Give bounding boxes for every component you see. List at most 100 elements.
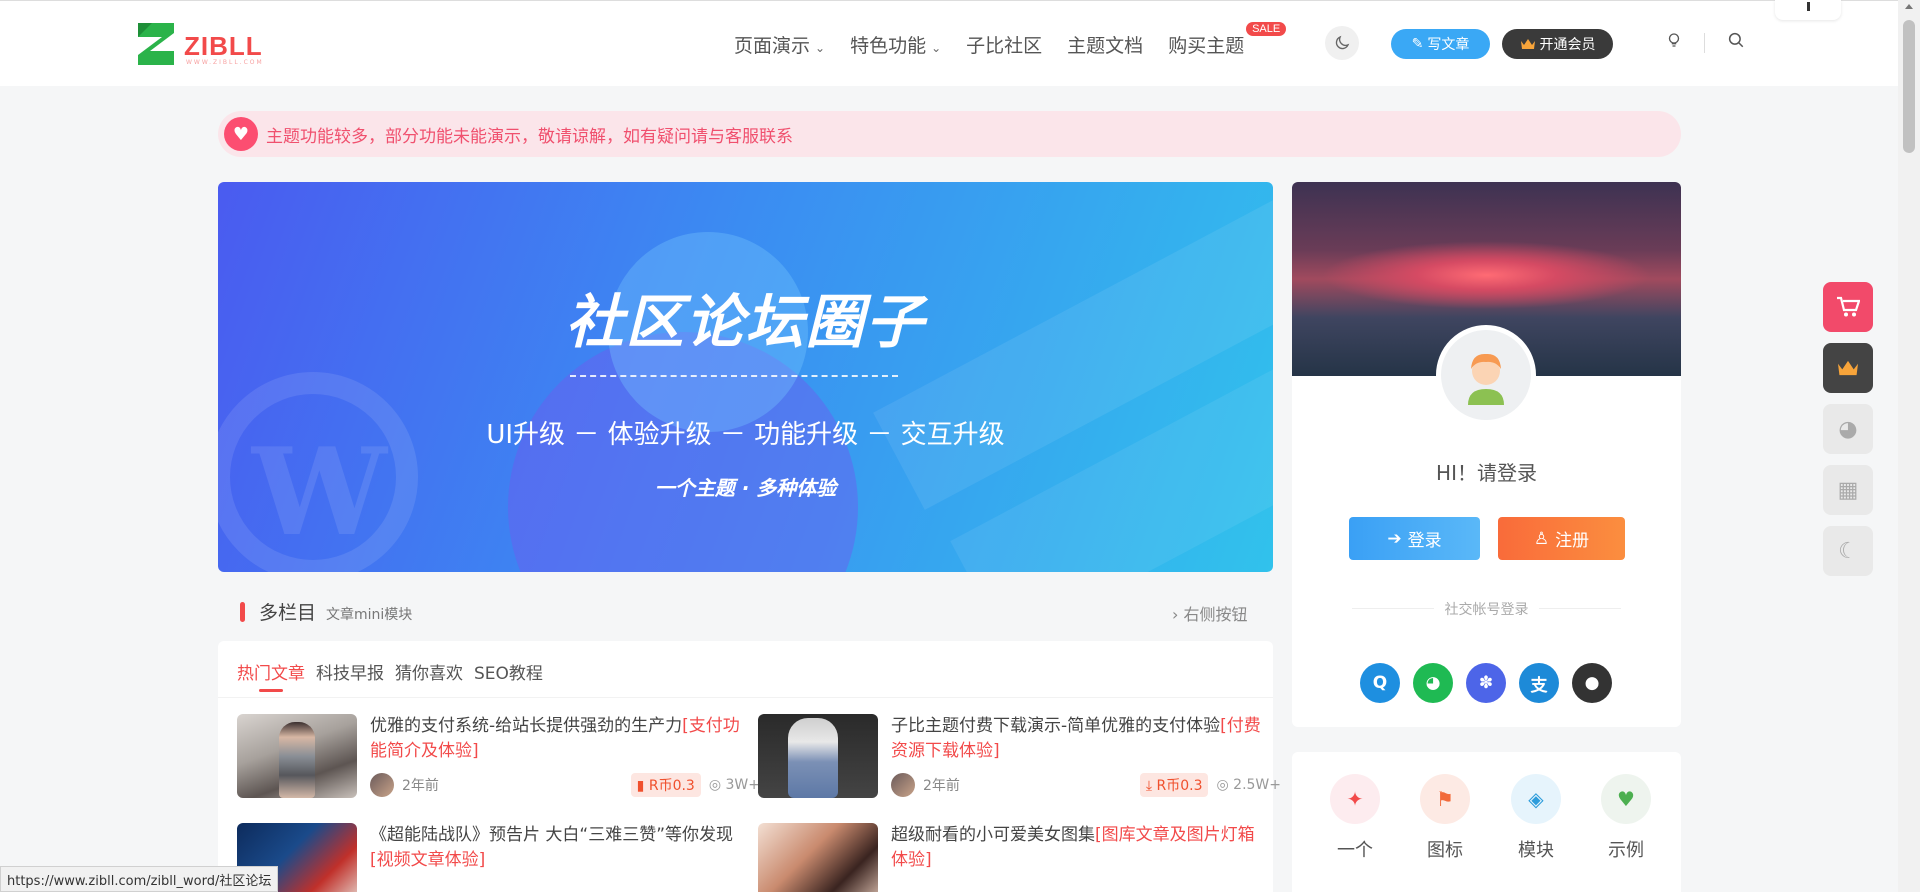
shortcut-item[interactable]: ◈ 模块	[1506, 774, 1566, 862]
wechat-icon[interactable]: ◕	[1413, 663, 1453, 703]
tabs-divider	[218, 697, 1273, 698]
shortcut-item[interactable]: ⚑ 图标	[1415, 774, 1475, 862]
list-item[interactable]: 优雅的支付系统-给站长提供强劲的生产力[支付功能简介及体验] 2年前 ▮ R币0…	[237, 714, 760, 804]
post-title[interactable]: 子比主题付费下载演示-简单优雅的支付体验[付费资源下载体验]	[891, 714, 1263, 764]
scroll-up-arrow-icon[interactable]	[1905, 4, 1913, 9]
lightbulb-icon[interactable]	[1665, 31, 1683, 54]
crown-icon	[1520, 39, 1535, 49]
eye-icon: ◎	[1216, 777, 1229, 793]
nav-label: 子比社区	[966, 35, 1043, 57]
post-title[interactable]: 优雅的支付系统-给站长提供强劲的生产力[支付功能简介及体验]	[370, 714, 742, 764]
price-badge: ⤓ R币0.3	[1139, 773, 1209, 797]
list-item[interactable]: 子比主题付费下载演示-简单优雅的支付体验[付费资源下载体验] 2年前 ⤓ R币0…	[758, 714, 1281, 804]
shortcut-label: 示例	[1608, 840, 1644, 861]
shortcut-label: 一个	[1337, 840, 1373, 861]
post-title[interactable]: 《超能陆战队》预告片 大白“三难三赞”等你发现 [视频文章体验]	[370, 823, 742, 873]
shortcut-card: ✦ 一个 ⚑ 图标 ◈ 模块 ♥ 示例	[1292, 752, 1681, 892]
register-button[interactable]: ♙ 注册	[1498, 517, 1625, 560]
hero-banner[interactable]: W 社区论坛圈子 UI升级 － 体验升级 － 功能升级 － 交互升级 一个主题 …	[218, 182, 1273, 572]
main-nav: 页面演示 ⌄ 特色功能 ⌄ 子比社区 主题文档 购买主题 SALE	[734, 22, 1287, 58]
login-button[interactable]: ➔ 登录	[1349, 517, 1480, 560]
baidu-icon[interactable]: ✽	[1466, 663, 1506, 703]
shortcut-label: 图标	[1427, 840, 1463, 861]
tab-guess[interactable]: 猜你喜欢	[395, 659, 463, 684]
moon-icon[interactable]: ☾	[1823, 526, 1873, 576]
shortcut-item[interactable]: ✦ 一个	[1325, 774, 1385, 862]
site-logo[interactable]: ZIBLL WWW.ZIBLL.COM	[136, 21, 286, 69]
crown-icon[interactable]	[1823, 343, 1873, 393]
avatar[interactable]	[891, 773, 915, 797]
wechat-icon[interactable]: ◕	[1823, 404, 1873, 454]
section-accent-bar	[240, 601, 245, 622]
post-thumbnail[interactable]	[758, 823, 878, 892]
nav-item-features[interactable]: 特色功能 ⌄	[850, 31, 941, 58]
section-title: 多栏目	[259, 602, 317, 624]
list-item[interactable]: 《超能陆战队》预告片 大白“三难三赞”等你发现 [视频文章体验]	[237, 823, 755, 892]
views-count: 2.5W+	[1233, 777, 1281, 793]
chevron-down-icon: ⌄	[931, 41, 942, 55]
price-label: R币0.3	[1156, 778, 1203, 794]
theme-toggle-button[interactable]	[1325, 26, 1359, 60]
banner-tagline: 一个主题 · 多种体验	[654, 476, 837, 500]
nav-item-docs[interactable]: 主题文档	[1067, 31, 1143, 58]
floating-toolbar: ◕ ▦ ☾	[1823, 282, 1873, 576]
post-meta: 2年前 ▮ R币0.3 ◎ 3W+	[370, 772, 760, 798]
tab-tech[interactable]: 科技早报	[316, 659, 384, 684]
moon-icon	[1335, 35, 1350, 50]
user-card: HI！请登录 ➔ 登录 ♙ 注册 社交帐号登录 Q ◕ ✽ 支 ●	[1292, 182, 1681, 727]
notice-bar: ♥ 主题功能较多，部分功能未能演示，敬请谅解，如有疑问请与客服联系	[218, 111, 1681, 157]
sign-in-icon: ➔	[1387, 528, 1402, 549]
qrcode-icon[interactable]: ▦	[1823, 465, 1873, 515]
flag-icon: ⚑	[1420, 774, 1470, 824]
logo-subtext: WWW.ZIBLL.COM	[186, 59, 264, 66]
alipay-icon[interactable]: 支	[1519, 663, 1559, 703]
scrollbar-thumb[interactable]	[1903, 20, 1915, 153]
social-login-buttons: Q ◕ ✽ 支 ●	[1360, 663, 1612, 703]
post-title-text: 子比主题付费下载演示-简单优雅的支付体验	[891, 716, 1221, 736]
nav-item-pages[interactable]: 页面演示 ⌄	[734, 31, 825, 58]
list-item[interactable]: 超级耐看的小可爱美女图集[图库文章及图片灯箱体验]	[758, 823, 1276, 892]
shortcut-label: 模块	[1518, 840, 1554, 861]
search-icon[interactable]	[1727, 31, 1745, 54]
download-icon: ⤓	[1145, 778, 1153, 794]
section-right-link[interactable]: › 右侧按钮	[1172, 601, 1248, 625]
sale-badge: SALE	[1246, 22, 1287, 36]
avatar[interactable]	[370, 773, 394, 797]
page-scrollbar[interactable]	[1898, 0, 1920, 892]
nav-label: 主题文档	[1067, 35, 1144, 57]
avatar[interactable]	[1436, 325, 1536, 425]
pull-handle-icon	[1806, 2, 1810, 11]
tab-hot[interactable]: 热门文章	[237, 659, 305, 692]
post-title[interactable]: 超级耐看的小可爱美女图集[图库文章及图片灯箱体验]	[891, 823, 1263, 873]
post-meta: 2年前 ⤓ R币0.3 ◎ 2.5W+	[891, 772, 1281, 798]
post-time: 2年前	[923, 778, 960, 794]
tab-seo[interactable]: SEO教程	[474, 659, 543, 684]
nav-label: 页面演示	[734, 35, 811, 57]
post-tag: [视频文章体验]	[370, 850, 486, 870]
nav-item-buy[interactable]: 购买主题 SALE	[1168, 22, 1287, 58]
heart-icon: ♥	[224, 117, 258, 151]
post-views: ◎ 3W+	[709, 777, 760, 793]
header-divider	[1704, 33, 1705, 53]
vip-button[interactable]: 开通会员	[1502, 29, 1613, 59]
banner-divider	[570, 375, 898, 377]
site-header: ZIBLL WWW.ZIBLL.COM 页面演示 ⌄ 特色功能 ⌄ 子比社区 主题文…	[0, 0, 1898, 86]
pencil-icon: ✎	[1411, 36, 1424, 52]
write-article-button[interactable]: ✎ 写文章	[1391, 29, 1490, 59]
qq-icon[interactable]: Q	[1360, 663, 1400, 703]
user-icon: ♙	[1533, 528, 1550, 549]
github-icon[interactable]: ●	[1572, 663, 1612, 703]
cart-icon[interactable]	[1823, 282, 1873, 332]
login-label: 登录	[1407, 531, 1442, 551]
nav-item-community[interactable]: 子比社区	[966, 31, 1042, 58]
logo-mark-icon	[138, 23, 174, 65]
posts-panel: 热门文章 科技早报 猜你喜欢 SEO教程 优雅的支付系统-给站长提供强劲的生产力…	[218, 641, 1281, 892]
register-label: 注册	[1555, 531, 1590, 551]
post-title-text: 超级耐看的小可爱美女图集	[891, 825, 1095, 845]
default-avatar-icon	[1468, 353, 1504, 405]
top-pull-tab[interactable]	[1775, 0, 1841, 20]
shortcut-item[interactable]: ♥ 示例	[1596, 774, 1656, 862]
price-label: R币0.3	[648, 778, 695, 794]
post-thumbnail[interactable]	[237, 714, 357, 798]
post-thumbnail[interactable]	[758, 714, 878, 798]
